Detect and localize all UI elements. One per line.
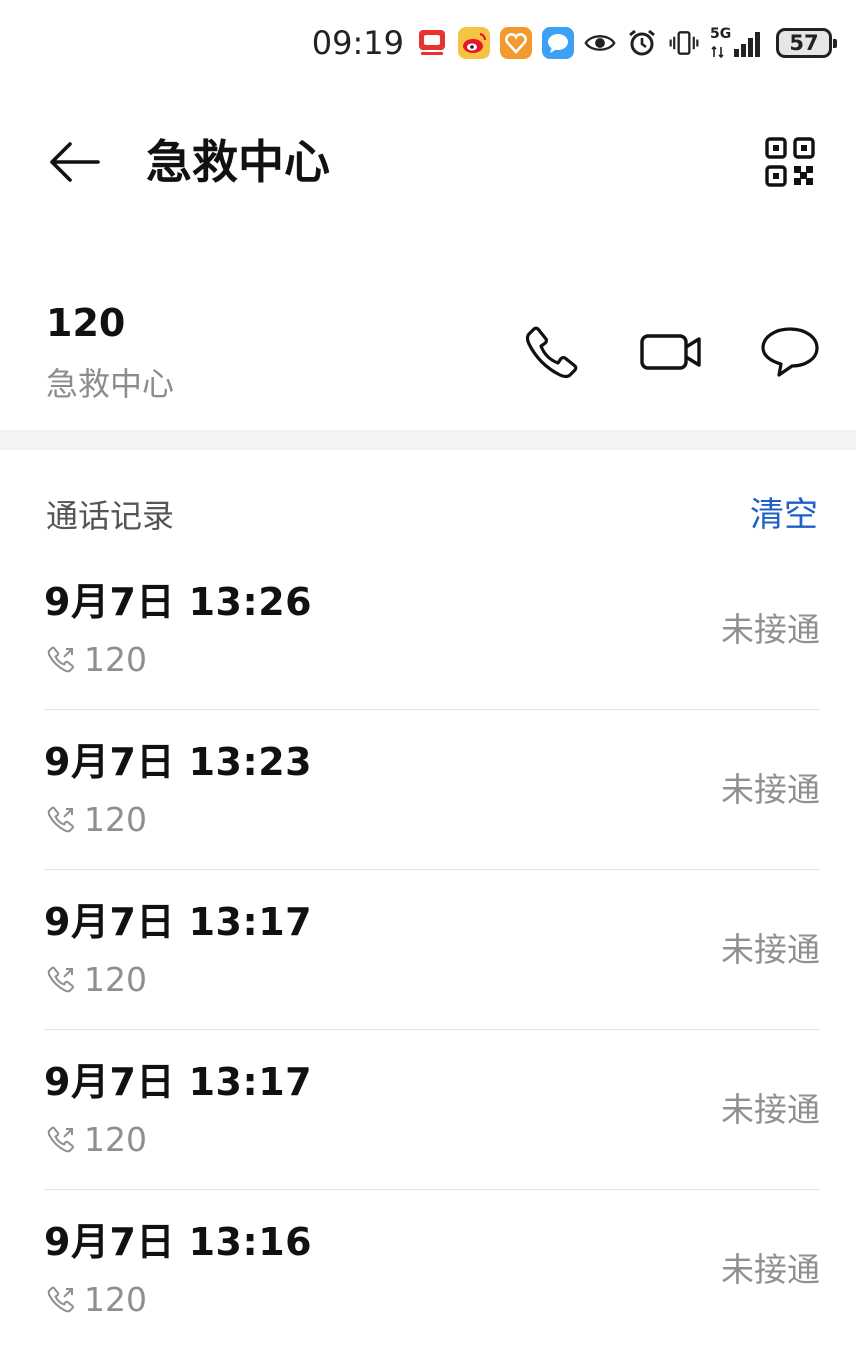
health-app-icon [500,27,532,59]
call-detail: 120 [44,640,147,680]
contact-number: 120 [46,301,126,345]
status-time: 09:19 [311,24,404,62]
vibrate-icon [668,27,700,59]
weibo-app-icon [458,27,490,59]
page-title: 急救中心 [146,135,330,189]
status-bar-right: 09:19 5G 57 [311,22,837,64]
signal-5g-icon: 5G [710,27,766,59]
message-app-icon [542,27,574,59]
outgoing-call-icon [46,805,76,835]
call-detail: 120 [44,960,147,1000]
call-number: 120 [84,1120,147,1159]
qr-code-icon [765,137,815,187]
call-log-title: 通话记录 [46,497,175,535]
call-detail: 120 [44,800,147,840]
call-status: 未接通 [721,1250,820,1289]
outgoing-call-icon [46,1125,76,1155]
contact-name: 急救中心 [46,365,175,403]
call-number: 120 [84,960,147,999]
call-button[interactable] [520,320,584,384]
section-divider [0,430,856,450]
contact-card: 120 急救中心 [0,286,856,426]
video-camera-icon [640,334,701,370]
call-detail: 120 [44,1280,147,1320]
battery-level: 57 [789,31,819,55]
call-datetime: 9月7日 13:17 [44,1060,313,1104]
status-bar: 09:19 5G 57 [0,0,856,84]
call-log-item[interactable]: 9月7日 13:23 120 未接通 [44,710,820,870]
outgoing-call-icon [46,965,76,995]
call-status: 未接通 [721,610,820,649]
eye-icon [584,27,616,59]
app-header: 急救中心 [0,110,856,214]
call-log-item[interactable]: 9月7日 13:16 120 未接通 [44,1190,820,1349]
call-number: 120 [84,800,147,839]
call-log-item[interactable]: 9月7日 13:17 120 未接通 [44,870,820,1030]
outgoing-call-icon [46,1285,76,1315]
call-datetime: 9月7日 13:17 [44,900,313,944]
video-call-button[interactable] [638,320,704,384]
news-app-icon [416,27,448,59]
qr-code-button[interactable] [762,134,818,190]
call-number: 120 [84,640,147,679]
chat-bubble-icon [761,327,819,377]
phone-icon [525,326,578,379]
call-log-header: 通话记录 清空 [0,490,856,540]
back-button[interactable] [44,132,104,192]
alarm-icon [626,27,658,59]
call-log-list: 9月7日 13:26 120 未接通 9月7日 13:23 120 未接通 9月… [44,550,820,1349]
battery-indicator: 57 [776,28,837,58]
arrow-left-icon [50,142,100,182]
call-log-item[interactable]: 9月7日 13:17 120 未接通 [44,1030,820,1190]
call-number: 120 [84,1280,147,1319]
call-datetime: 9月7日 13:26 [44,580,313,624]
outgoing-call-icon [46,645,76,675]
call-status: 未接通 [721,770,820,809]
clear-button[interactable]: 清空 [750,492,818,538]
call-detail: 120 [44,1120,147,1160]
call-datetime: 9月7日 13:23 [44,740,313,784]
call-log-item[interactable]: 9月7日 13:26 120 未接通 [44,550,820,710]
call-status: 未接通 [721,930,820,969]
call-status: 未接通 [721,1090,820,1129]
call-datetime: 9月7日 13:16 [44,1220,313,1264]
message-button[interactable] [758,320,822,384]
